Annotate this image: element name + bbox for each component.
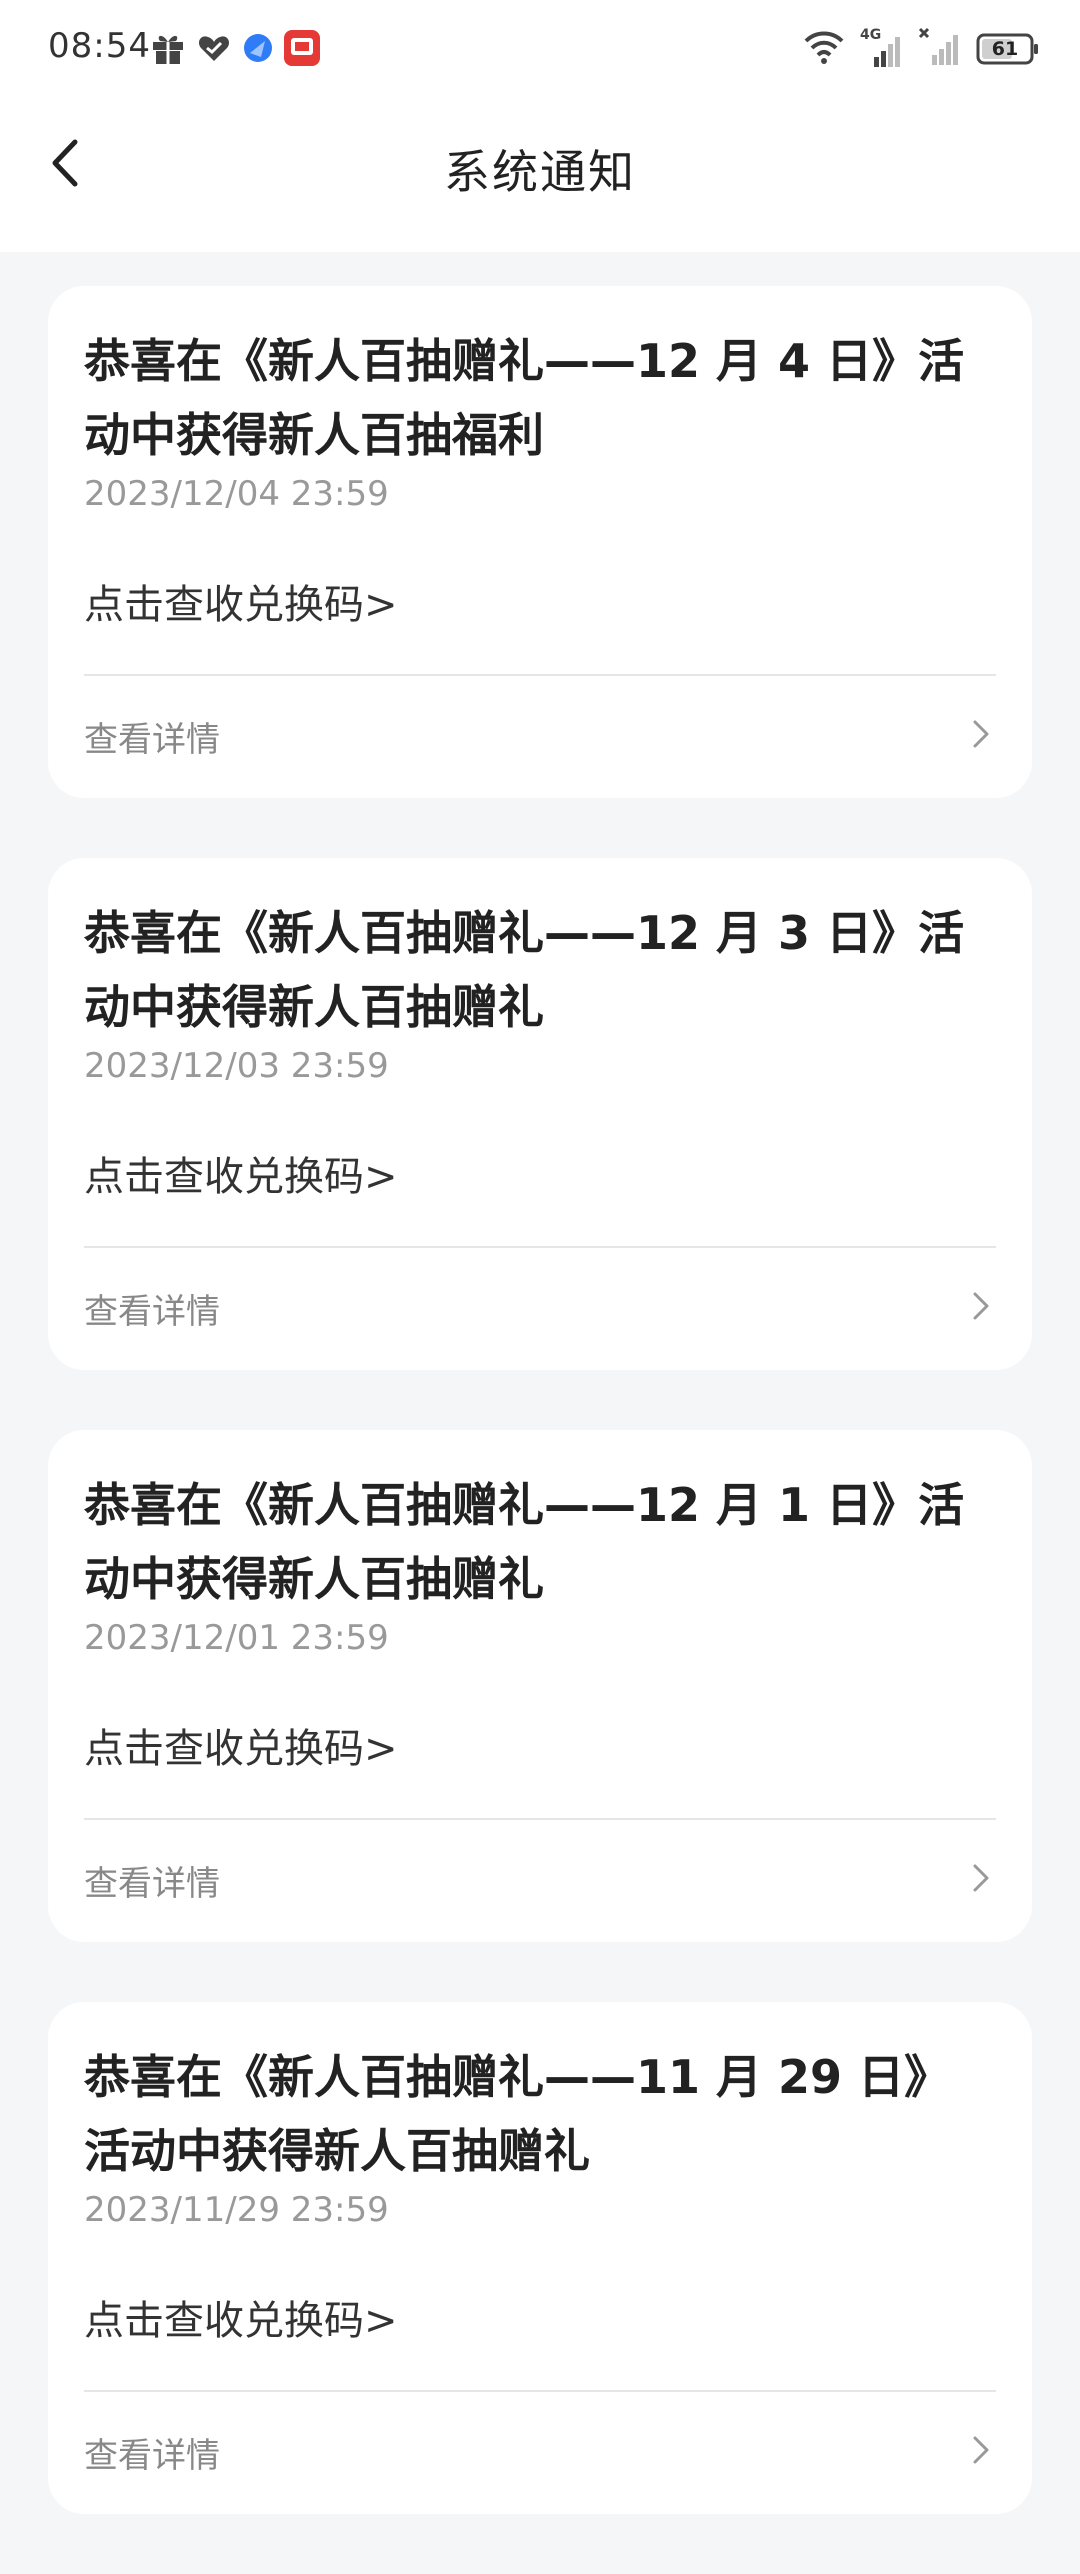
notification-date: 2023/11/29 23:59 [84,2190,389,2230]
chevron-right-icon [966,1858,996,1898]
redeem-code-link[interactable]: 点击查收兑换码> [84,2288,398,2346]
view-details-label: 查看详情 [84,2436,220,2476]
notification-date: 2023/12/03 23:59 [84,1046,389,1086]
divider [84,2390,996,2392]
view-details-row[interactable]: 查看详情 [84,1250,996,1366]
divider [84,1818,996,1820]
chevron-right-icon [966,1286,996,1326]
view-details-label: 查看详情 [84,1864,220,1904]
view-details-row[interactable]: 查看详情 [84,1822,996,1938]
heart-icon [194,28,234,68]
chevron-right-icon [966,714,996,754]
notification-card: 恭喜在《新人百抽赠礼——12 月 1 日》活动中获得新人百抽赠礼 2023/12… [48,1430,1032,1942]
browser-icon [238,28,278,68]
view-details-label: 查看详情 [84,720,220,760]
divider [84,1246,996,1248]
status-bar: 08:54 4G 61 [0,0,1080,100]
notification-list: 恭喜在《新人百抽赠礼——12 月 4 日》活动中获得新人百抽福利 2023/12… [48,286,1032,2574]
gift-icon [148,28,188,68]
status-time: 08:54 [48,26,151,66]
notification-date: 2023/12/04 23:59 [84,474,389,514]
redeem-code-link[interactable]: 点击查收兑换码> [84,1716,398,1774]
notification-title: 恭喜在《新人百抽赠礼——12 月 3 日》活动中获得新人百抽赠礼 [84,906,965,1034]
red-app-icon [282,28,322,68]
notification-title: 恭喜在《新人百抽赠礼——12 月 4 日》活动中获得新人百抽福利 [84,334,965,462]
status-right-icons: 4G 61 [802,24,1040,74]
notification-card: 恭喜在《新人百抽赠礼——11 月 29 日》活动中获得新人百抽赠礼 2023/1… [48,2002,1032,2514]
divider [84,674,996,676]
chevron-right-icon [966,2430,996,2470]
redeem-code-link[interactable]: 点击查收兑换码> [84,572,398,630]
notification-card: 恭喜在《新人百抽赠礼——12 月 3 日》活动中获得新人百抽赠礼 2023/12… [48,858,1032,1370]
redeem-code-link[interactable]: 点击查收兑换码> [84,1144,398,1202]
notification-title: 恭喜在《新人百抽赠礼——12 月 1 日》活动中获得新人百抽赠礼 [84,1478,965,1606]
signal-4g-icon: 4G [860,27,904,71]
notification-card: 恭喜在《新人百抽赠礼——12 月 4 日》活动中获得新人百抽福利 2023/12… [48,286,1032,798]
view-details-row[interactable]: 查看详情 [84,2394,996,2510]
view-details-label: 查看详情 [84,1292,220,1332]
page-title: 系统通知 [444,145,636,199]
notification-date: 2023/12/01 23:59 [84,1618,389,1658]
battery-level: 61 [991,38,1019,60]
wifi-icon [802,27,846,71]
signal-no-sim-icon [918,25,962,73]
battery-icon: 61 [976,32,1040,66]
view-details-row[interactable]: 查看详情 [84,678,996,794]
header: 系统通知 [0,100,1080,252]
notification-title: 恭喜在《新人百抽赠礼——11 月 29 日》活动中获得新人百抽赠礼 [84,2050,951,2178]
